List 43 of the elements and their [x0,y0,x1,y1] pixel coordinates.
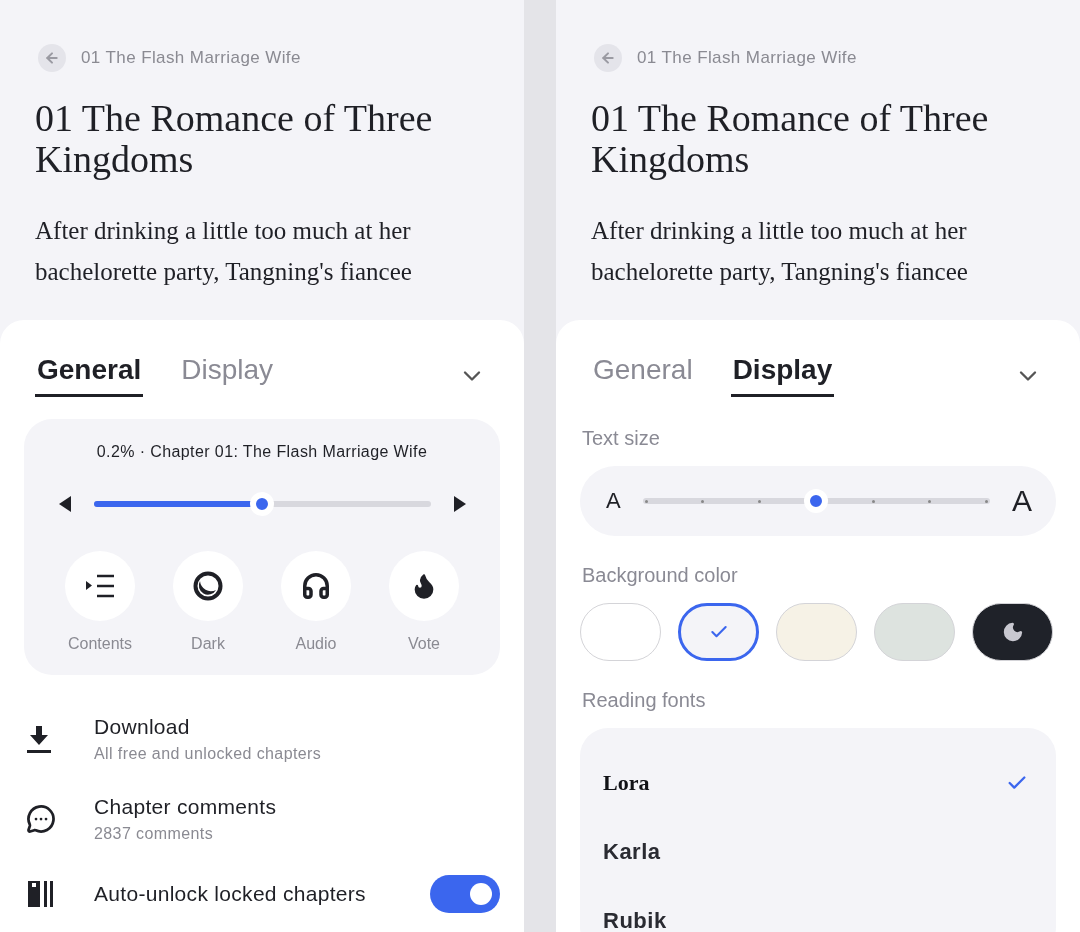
section-label: Background color [582,564,739,587]
back-button[interactable] [38,44,66,72]
chapter-text: After drinking a little too much at her bachelorette party, Tangning's fiancee [591,216,969,287]
comment-icon [26,804,56,834]
slider-thumb[interactable] [250,492,274,516]
back-button[interactable] [594,44,622,72]
book-title: 01 The Flash Marriage Wife [637,48,857,68]
moon-icon [1001,621,1024,643]
font-option[interactable]: Karla [580,817,1056,886]
action-label: Dark [191,635,225,653]
chapter-title: 01 The Romance of Three Kingdoms [591,98,990,180]
previous-chapter-icon[interactable] [57,495,72,513]
large-text-label: A [1012,484,1032,518]
section-label: Reading fonts [582,689,707,712]
tab[interactable]: Display [730,354,835,397]
book-title: 01 The Flash Marriage Wife [81,48,301,68]
headphones-icon [301,571,331,601]
chapter-title: 01 The Romance of Three Kingdoms [35,98,434,180]
text-size-slider[interactable] [642,488,990,514]
contents-icon [85,574,115,598]
toggle-switch[interactable] [430,875,500,913]
unlock-icon [26,879,56,909]
progress-slider[interactable] [93,491,431,517]
option-title[interactable]: Chapter comments [94,795,500,819]
small-text-label: A [606,488,621,514]
chapter-text: After drinking a little too much at her bachelorette party, Tangning's fiancee [35,216,413,287]
action-label: Contents [67,635,132,653]
background-swatch[interactable] [678,603,759,661]
font-option[interactable]: Rubik [580,886,1056,932]
font-option[interactable]: Lora [580,748,1056,817]
next-chapter-icon[interactable] [452,495,467,513]
slider-thumb[interactable] [804,489,829,513]
action-label: Vote [408,635,440,653]
option-subtitle: 2837 comments [94,825,215,843]
action-label: Audio [295,635,337,653]
section-label: Text size [582,427,661,450]
tab[interactable]: General [35,354,144,397]
download-icon [26,724,52,754]
option-title[interactable]: Download [94,715,500,739]
progress-text: 0.2% · Chapter 01: The Flash Marriage Wife [96,443,428,461]
option-subtitle: All free and unlocked chapters [94,745,323,763]
dark-mode-icon [193,571,223,601]
option-title[interactable]: Auto-unlock locked chapters [94,882,430,906]
